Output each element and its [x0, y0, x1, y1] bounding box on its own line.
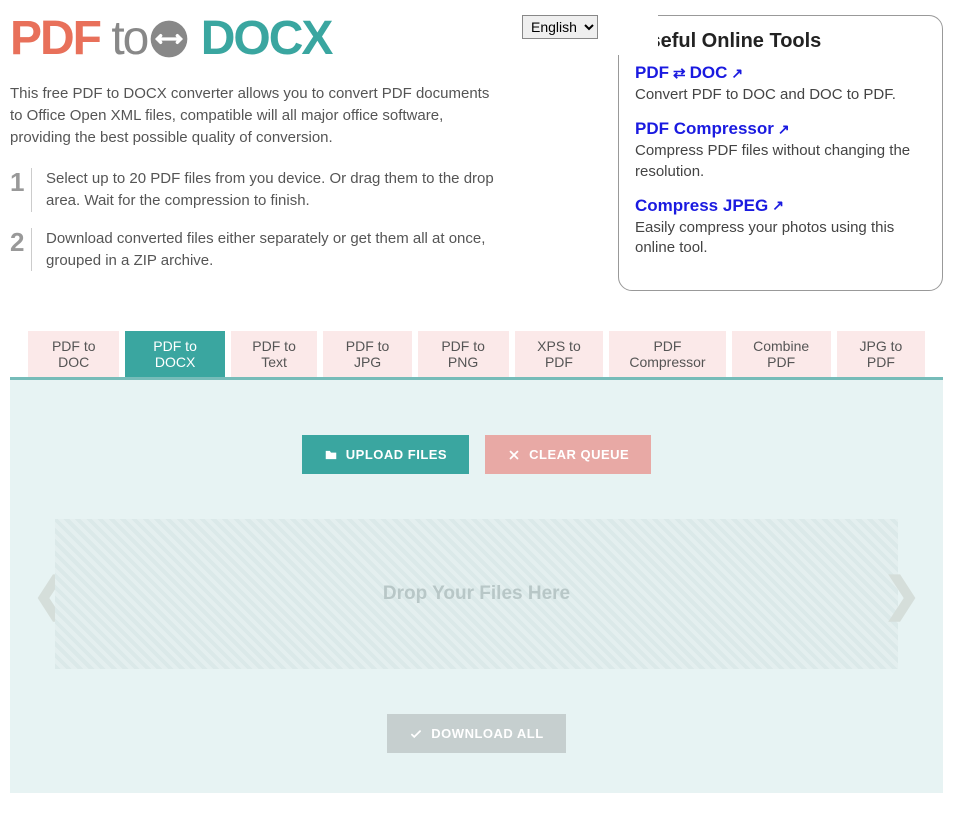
logo-pdf: PDF	[10, 12, 100, 65]
logo-to: to	[111, 15, 189, 63]
site-logo: PDF to DOCX	[10, 15, 502, 63]
sidebar-title: Useful Online Tools	[635, 30, 926, 53]
steps-list: 1 Select up to 20 PDF files from you dev…	[10, 168, 502, 271]
tab-pdf-compressor[interactable]: PDF Compressor	[609, 331, 725, 377]
swap-icon: ⇄	[673, 64, 686, 82]
folder-icon	[324, 448, 338, 462]
useful-tools-panel: Useful Online Tools PDF⇄DOC ↗ Convert PD…	[618, 15, 943, 291]
file-drop-zone[interactable]: Drop Your Files Here	[55, 519, 898, 669]
upload-files-button[interactable]: UPLOAD FILES	[302, 435, 469, 474]
carousel-next-icon[interactable]: ❯	[882, 571, 921, 617]
logo-docx: DOCX	[201, 12, 332, 65]
tool-link-pdf-compressor[interactable]: PDF Compressor ↗	[635, 119, 790, 139]
tab-pdf-to-docx[interactable]: PDF to DOCX	[125, 331, 224, 377]
close-icon	[507, 448, 521, 462]
tool-link-compress-jpeg[interactable]: Compress JPEG ↗	[635, 196, 784, 216]
tab-jpg-to-pdf[interactable]: JPG to PDF	[837, 331, 925, 377]
intro-text: This free PDF to DOCX converter allows y…	[10, 83, 502, 148]
tool-pdf-doc: PDF⇄DOC ↗ Convert PDF to DOC and DOC to …	[635, 63, 926, 105]
tab-pdf-to-doc[interactable]: PDF to DOC	[28, 331, 119, 377]
drop-zone-label: Drop Your Files Here	[383, 583, 570, 605]
tool-pdf-compressor: PDF Compressor ↗ Compress PDF files with…	[635, 119, 926, 182]
tool-compress-jpeg: Compress JPEG ↗ Easily compress your pho…	[635, 196, 926, 259]
convert-icon	[149, 19, 189, 59]
language-selector[interactable]: English	[522, 15, 598, 291]
step-2: 2 Download converted files either separa…	[10, 228, 502, 272]
tab-pdf-to-text[interactable]: PDF to Text	[231, 331, 318, 377]
external-link-icon: ↗	[731, 65, 743, 82]
tab-xps-to-pdf[interactable]: XPS to PDF	[515, 331, 604, 377]
conversion-tabs: PDF to DOC PDF to DOCX PDF to Text PDF t…	[10, 331, 943, 377]
clear-queue-button[interactable]: CLEAR QUEUE	[485, 435, 651, 474]
tab-pdf-to-png[interactable]: PDF to PNG	[418, 331, 509, 377]
download-all-button[interactable]: DOWNLOAD ALL	[387, 714, 565, 753]
external-link-icon: ↗	[778, 121, 790, 138]
check-icon	[409, 727, 423, 741]
work-area: UPLOAD FILES CLEAR QUEUE ❮ Drop Your Fil…	[10, 377, 943, 793]
tab-combine-pdf[interactable]: Combine PDF	[732, 331, 831, 377]
language-dropdown[interactable]: English	[522, 15, 598, 39]
step-1: 1 Select up to 20 PDF files from you dev…	[10, 168, 502, 212]
external-link-icon: ↗	[772, 197, 784, 214]
tab-pdf-to-jpg[interactable]: PDF to JPG	[323, 331, 411, 377]
tool-link-pdf-doc[interactable]: PDF⇄DOC ↗	[635, 63, 743, 83]
